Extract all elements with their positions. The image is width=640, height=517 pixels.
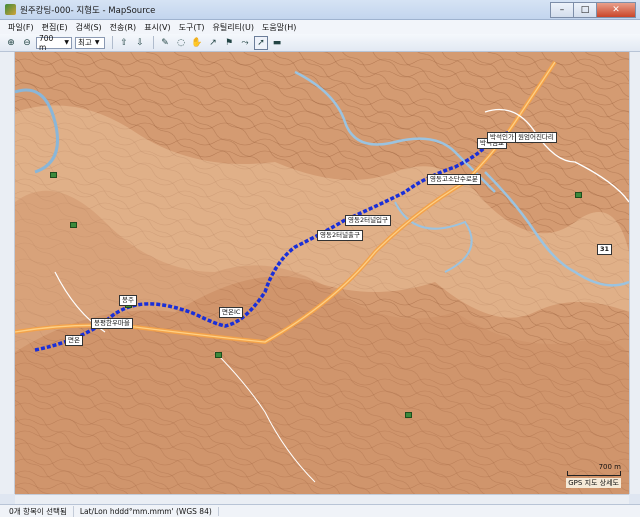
mapsource-icon [5,4,16,15]
scale-value: 700 m [598,463,621,471]
map-label-myeonon[interactable]: 면온 [65,335,83,346]
menu-bar: 파일(F) 편집(E) 검색(S) 전송(R) 표시(V) 도구(T) 유틸리티… [0,20,640,34]
toolbar: ⊕ ⊖ 700 m ▼ 최고 ▼ ⇧ ⇩ ✎ ◌ ✋ ↗ ⚑ ⤳ ➚ ▬ [0,34,640,52]
window-title: 원주캉팅-000- 지형도 - MapSource [20,5,156,16]
chevron-down-icon: ▼ [94,39,100,46]
distance-tool-icon[interactable]: ↗ [206,36,220,50]
lasso-tool-icon[interactable]: ◌ [174,36,188,50]
zoom-level-value: 700 m [39,33,54,52]
menu-view[interactable]: 표시(V) [140,22,174,33]
chevron-down-icon: ▼ [64,39,69,46]
zoom-level-select[interactable]: 700 m ▼ [36,33,72,52]
map-label-yeongdong-exit[interactable]: 영동2터널출구 [317,230,364,241]
map-label-bakseok-ingga[interactable]: 박석인가 [487,132,517,143]
zoom-in-icon[interactable]: ⊕ [4,36,18,50]
menu-utilities[interactable]: 유틸리티(U) [208,22,258,33]
map-view[interactable]: 박석임교 박석인가 원엄어진다리 영동고소단수로분 영동2터널입구 영동2터널출… [15,52,629,494]
close-button[interactable]: ✕ [596,1,636,18]
scale-bar [567,471,621,476]
minimize-button[interactable]: – [550,1,574,18]
poi-marker[interactable] [215,352,222,358]
toolbar-separator [112,36,113,49]
detail-level-select[interactable]: 최고 ▼ [75,36,105,49]
maximize-button[interactable]: □ [573,1,597,18]
coordinate-format: Lat/Lon hddd°mm.mmm' (WGS 84) [74,506,219,516]
map-label-bongpyeong-hanu[interactable]: 봉평한우마을 [91,318,133,329]
menu-edit[interactable]: 편집(E) [38,22,72,33]
map-left-panel [0,52,15,494]
status-bar: 0개 항목이 선택됨 Lat/Lon hddd°mm.mmm' (WGS 84) [0,504,640,517]
zoom-out-icon[interactable]: ⊖ [20,36,34,50]
detail-level-value: 최고 [78,38,92,47]
menu-help[interactable]: 도움말(H) [258,22,300,33]
pan-hand-icon[interactable]: ✋ [190,36,204,50]
horizontal-scrollbar[interactable] [15,494,629,504]
selection-cursor-icon[interactable]: ➚ [254,35,268,50]
title-bar: 원주캉팅-000- 지형도 - MapSource – □ ✕ [0,0,640,20]
receive-from-device-icon[interactable]: ⇩ [133,36,147,50]
route-tool-icon[interactable]: ⤳ [238,36,252,50]
vertical-scrollbar[interactable] [629,52,640,494]
map-label-wonkeom-bridge[interactable]: 원엄어진다리 [515,132,557,143]
poi-marker[interactable] [70,222,77,228]
poi-marker[interactable] [575,192,582,198]
send-to-device-icon[interactable]: ⇧ [117,36,131,50]
map-canvas[interactable] [15,52,629,494]
menu-tools[interactable]: 도구(T) [175,22,209,33]
map-scale: 700 m GPS 지도 상세도 [566,463,621,488]
selection-status: 0개 항목이 선택됨 [3,505,74,517]
map-label-yeongdong-tunnel[interactable]: 영동2터널입구 [345,215,392,226]
map-label-yeongdong-1[interactable]: 영동고소단수로분 [427,174,481,185]
measure-ruler-icon[interactable]: ▬ [270,36,284,50]
map-label-bongju[interactable]: 봉주 [119,295,137,306]
map-label-myeonon-ic[interactable]: 면온IC [219,307,244,318]
waypoint-flag-icon[interactable]: ⚑ [222,36,236,50]
poi-marker[interactable] [405,412,412,418]
map-tool-icon[interactable]: ✎ [158,36,172,50]
toolbar-separator [153,36,154,49]
poi-marker[interactable] [50,172,57,178]
menu-file[interactable]: 파일(F) [4,22,38,33]
gps-detail-label: GPS 지도 상세도 [566,478,621,488]
route-number-marker: 31 [597,244,613,255]
menu-search[interactable]: 검색(S) [72,22,106,33]
menu-transfer[interactable]: 전송(R) [106,22,141,33]
